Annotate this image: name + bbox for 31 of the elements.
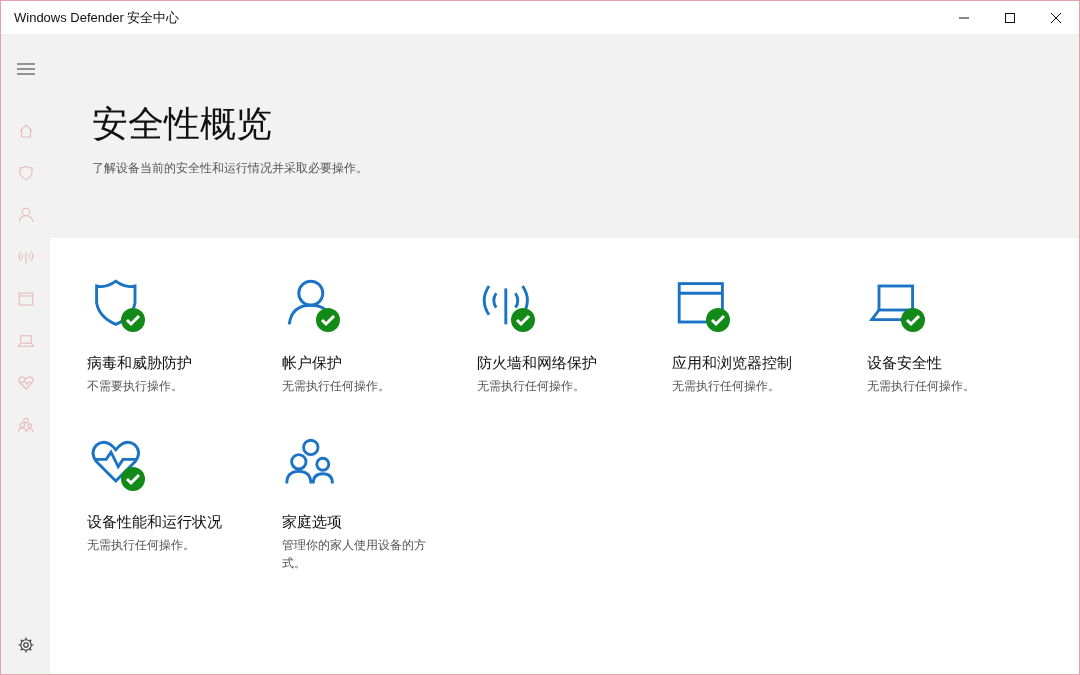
heart-pulse-icon bbox=[16, 374, 35, 392]
browser-window-icon bbox=[16, 290, 35, 308]
tile-title[interactable]: 病毒和威胁防护 bbox=[87, 354, 282, 373]
window-title: Windows Defender 安全中心 bbox=[13, 8, 180, 27]
tile-title[interactable]: 帐户保护 bbox=[282, 354, 477, 373]
tile-title[interactable]: 应用和浏览器控制 bbox=[672, 354, 867, 373]
tile-status: 无需执行任何操作。 bbox=[867, 378, 976, 395]
tile-title[interactable]: 设备性能和运行状况 bbox=[87, 513, 282, 532]
laptop-icon bbox=[16, 332, 35, 350]
heart-pulse-icon bbox=[91, 440, 141, 483]
family-icon bbox=[16, 416, 35, 434]
shield-icon bbox=[16, 164, 35, 182]
tile-status: 无需执行任何操作。 bbox=[672, 378, 781, 395]
tile-status: 无需执行任何操作。 bbox=[87, 537, 196, 554]
page-title: 安全性概览 bbox=[92, 102, 273, 146]
settings-icon bbox=[16, 636, 35, 654]
browser-window-icon bbox=[677, 282, 724, 324]
tile-status: 管理你的家人使用设备的方式。 bbox=[282, 537, 427, 572]
maximize-icon bbox=[1005, 12, 1015, 23]
close-icon bbox=[1051, 12, 1061, 23]
antenna-icon bbox=[482, 284, 529, 325]
tile-title[interactable]: 设备安全性 bbox=[867, 354, 1062, 373]
page-description: 了解设备当前的安全性和运行情况并采取必要操作。 bbox=[92, 160, 369, 177]
tile-status: 无需执行任何操作。 bbox=[477, 378, 586, 395]
menu-icon bbox=[16, 63, 35, 75]
tile-title[interactable]: 家庭选项 bbox=[282, 513, 477, 532]
person-icon bbox=[16, 206, 35, 224]
shield-icon bbox=[95, 279, 137, 326]
tile-title[interactable]: 防火墙和网络保护 bbox=[477, 354, 672, 373]
tile-status: 无需执行任何操作。 bbox=[282, 378, 391, 395]
tile-status: 不需要执行操作。 bbox=[87, 378, 184, 395]
